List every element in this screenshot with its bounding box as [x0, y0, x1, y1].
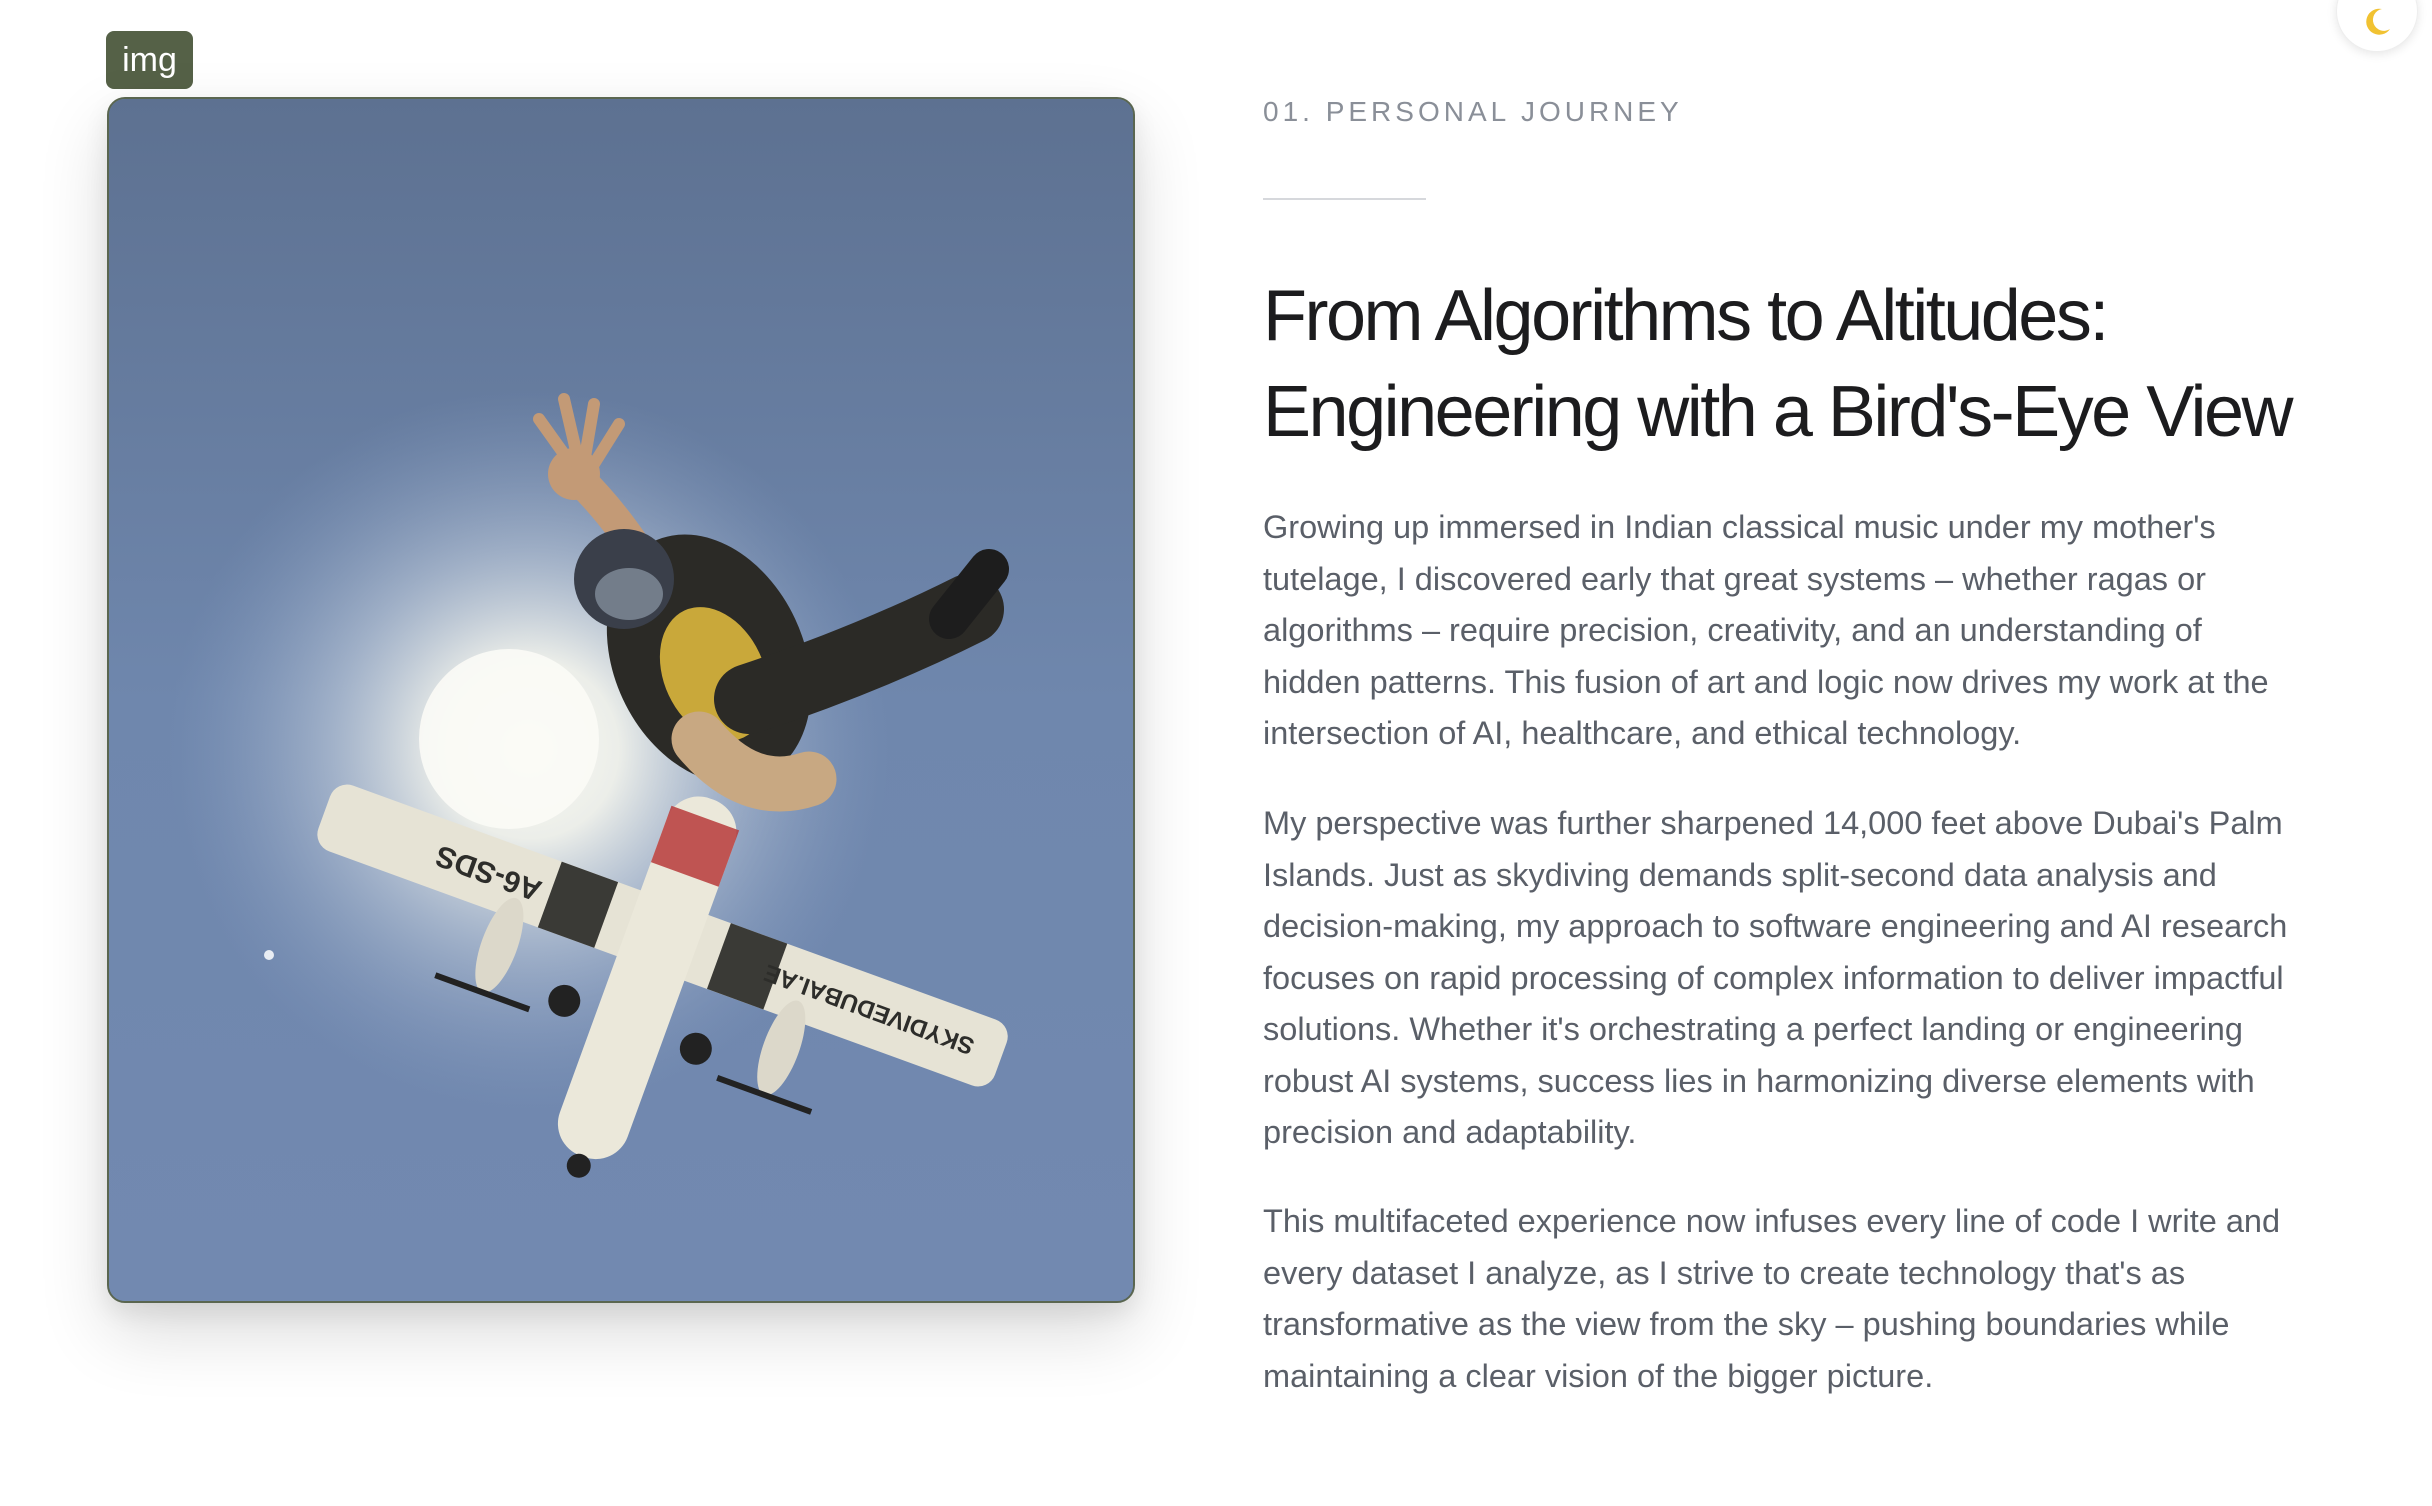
- title-line-2: Engineering with a Bird's-Eye View: [1263, 372, 2293, 452]
- image-tag-label: img: [106, 31, 193, 89]
- paragraph-1: Growing up immersed in Indian classical …: [1263, 509, 2269, 751]
- title-line-1: From Algorithms to Altitudes:: [1263, 276, 2109, 356]
- page-title: From Algorithms to Altitudes: Engineerin…: [1263, 268, 2363, 460]
- page: img A6-SDS SKYDIVEDUBAI.AE 01. PERSONAL …: [0, 0, 2432, 1506]
- paragraph-2: My perspective was further sharpened 14,…: [1263, 805, 2288, 1150]
- paragraph-3: This multifaceted experience now infuses…: [1263, 1203, 2281, 1394]
- theme-toggle-button[interactable]: [2336, 0, 2418, 52]
- section-eyebrow: 01. PERSONAL JOURNEY: [1263, 96, 1683, 127]
- section-divider: [1263, 198, 1426, 200]
- moon-icon: [2360, 0, 2394, 44]
- skydiving-photo: A6-SDS SKYDIVEDUBAI.AE: [107, 97, 1135, 1303]
